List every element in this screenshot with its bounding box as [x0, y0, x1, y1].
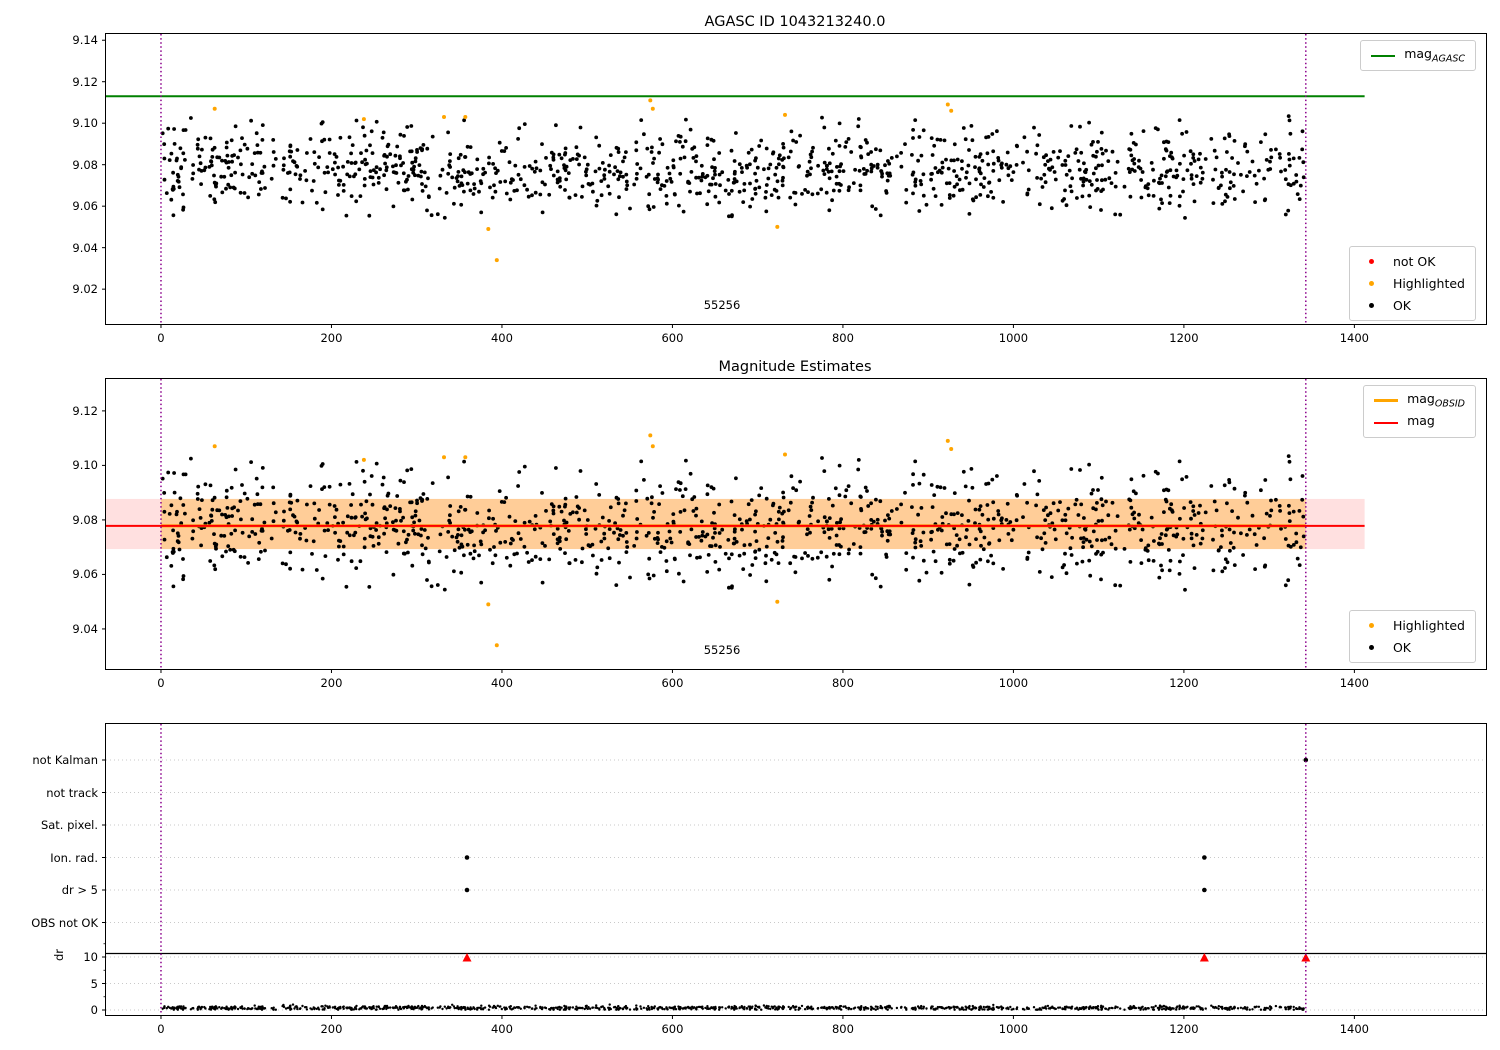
- y-tick-label: 9.04: [72, 621, 98, 636]
- legend-mag-agasc: magAGASC: [1360, 40, 1476, 71]
- dr-tick-label: 0: [90, 1003, 98, 1017]
- x-tick-label: 600: [661, 331, 684, 345]
- dr-clipped-marker: [1199, 953, 1209, 962]
- x-tick-label: 0: [157, 331, 165, 345]
- plot2-canvas: [102, 379, 1365, 673]
- plot2-title: Magnitude Estimates: [718, 359, 872, 375]
- legend-label-highlighted-2: Highlighted: [1392, 618, 1465, 633]
- orange-line-swatch: [1374, 399, 1399, 402]
- x-tick-label: 400: [490, 676, 513, 690]
- legend-entry-mag-obsid: magOBSID: [1374, 391, 1465, 410]
- x-tick-label: 200: [320, 331, 343, 345]
- x-tick-label: 800: [831, 1022, 854, 1036]
- x-tick-label: 200: [320, 1022, 343, 1036]
- dr-scatter: [161, 1003, 1305, 1011]
- legend-label-mag: mag: [1407, 413, 1435, 429]
- x-tick-label: 1400: [1339, 676, 1370, 690]
- obsid-error-band: [160, 498, 1306, 550]
- x-tick-label: 600: [661, 676, 684, 690]
- flag-point: [1202, 887, 1207, 893]
- legend-label-ok-2: OK: [1392, 640, 1411, 655]
- x-tick-label: 1200: [1169, 676, 1199, 690]
- green-line-swatch: [1371, 54, 1396, 57]
- plot2-axes: 0 200 400 600 800 1000 1200 1400 9.04 9.06 9.08 9.1…: [72, 378, 1487, 690]
- y-tick-label: 9.12: [72, 403, 98, 418]
- y-tick-label: 9.10: [72, 116, 98, 131]
- y-tick-label: 9.14: [72, 33, 98, 48]
- y-tick-label: 9.06: [72, 199, 98, 214]
- x-tick-label: 1200: [1169, 1022, 1199, 1036]
- red-line-swatch: [1374, 421, 1399, 424]
- highlighted-marker-swatch: [1360, 281, 1384, 286]
- ok-marker-swatch: [1360, 303, 1384, 308]
- plot1-obsid-annotation: 55256: [703, 298, 741, 312]
- legend-entry-not-ok: not OK: [1360, 253, 1465, 270]
- x-tick-label: 1000: [998, 1022, 1029, 1036]
- legend-label-mag-obsid: magOBSID: [1407, 391, 1465, 410]
- y-tick-label: 9.10: [72, 458, 98, 473]
- y-tick-label: 9.04: [72, 240, 98, 255]
- y-tick-label: 9.06: [72, 567, 98, 582]
- x-tick-label: 1400: [1339, 331, 1370, 345]
- legend-mag-lines: magOBSID mag: [1363, 385, 1476, 438]
- y-tick-label: 9.08: [72, 157, 98, 172]
- legend-entry-ok: OK: [1360, 297, 1465, 314]
- plot3-axes: not Kalman not track Sat. pixel. Ion. rad. d…: [31, 723, 1487, 1036]
- legend-label-highlighted: Highlighted: [1392, 276, 1465, 291]
- x-tick-label: 1200: [1169, 331, 1199, 345]
- legend-label-ok: OK: [1392, 298, 1411, 313]
- y-tick-label: 9.02: [72, 282, 98, 297]
- ok-marker-swatch-2: [1360, 645, 1384, 650]
- x-tick-label: 1000: [998, 331, 1029, 345]
- plot2-obsid-annotation: 55256: [703, 643, 741, 657]
- legend-plot2-markers: Highlighted OK: [1348, 610, 1476, 663]
- dr-axis-label: dr: [52, 948, 66, 962]
- x-tick-label: 0: [157, 1022, 165, 1036]
- flag-tick-label: OBS not OK: [31, 915, 98, 930]
- y-tick-label: 9.12: [72, 74, 98, 89]
- y-tick-label: 9.08: [72, 512, 98, 527]
- highlighted-marker-swatch-2: [1360, 623, 1384, 628]
- x-tick-label: 600: [661, 1022, 684, 1036]
- x-tick-label: 400: [490, 331, 513, 345]
- flag-point: [1202, 855, 1207, 860]
- flag-point: [464, 855, 470, 860]
- legend-label-not-ok: not OK: [1392, 254, 1436, 269]
- legend-entry-mag: mag: [1374, 413, 1465, 431]
- x-tick-label: 1000: [998, 676, 1029, 690]
- x-tick-label: 200: [320, 676, 343, 690]
- x-tick-label: 1400: [1339, 1022, 1370, 1036]
- ok-scatter: [160, 114, 1306, 220]
- legend-entry-ok-2: OK: [1360, 639, 1465, 656]
- legend-plot1-markers: not OK Highlighted OK: [1348, 246, 1476, 321]
- flag-tick-label: Ion. rad.: [50, 850, 98, 865]
- x-tick-label: 800: [831, 676, 854, 690]
- flag-point: [464, 887, 470, 893]
- x-tick-label: 800: [831, 331, 854, 345]
- x-tick-label: 400: [490, 1022, 513, 1036]
- legend-entry-mag-agasc: magAGASC: [1371, 46, 1465, 65]
- not-ok-marker-swatch: [1360, 259, 1384, 264]
- legend-entry-highlighted: Highlighted: [1360, 275, 1465, 292]
- plot1-canvas: [102, 34, 1365, 328]
- figure: AGASC ID 1043213240.0 Magnitude Estimate…: [0, 0, 1500, 1050]
- dr-tick-label: 5: [90, 976, 98, 991]
- flag-tick-label: Sat. pixel.: [40, 818, 98, 832]
- plot1-axes: 0 200 400 600 800 1000 1200 1400 9.02 9.04 9.06 9.0…: [72, 33, 1487, 345]
- flag-tick-label: not Kalman: [32, 753, 98, 767]
- flag-tick-label: dr > 5: [61, 883, 98, 897]
- x-tick-label: 0: [157, 676, 165, 690]
- legend-label-mag-agasc: magAGASC: [1404, 46, 1465, 65]
- plot3-canvas: [102, 724, 1486, 1019]
- flag-tick-label: not track: [46, 785, 98, 800]
- plot1-title: AGASC ID 1043213240.0: [704, 14, 886, 30]
- legend-entry-highlighted-2: Highlighted: [1360, 617, 1465, 634]
